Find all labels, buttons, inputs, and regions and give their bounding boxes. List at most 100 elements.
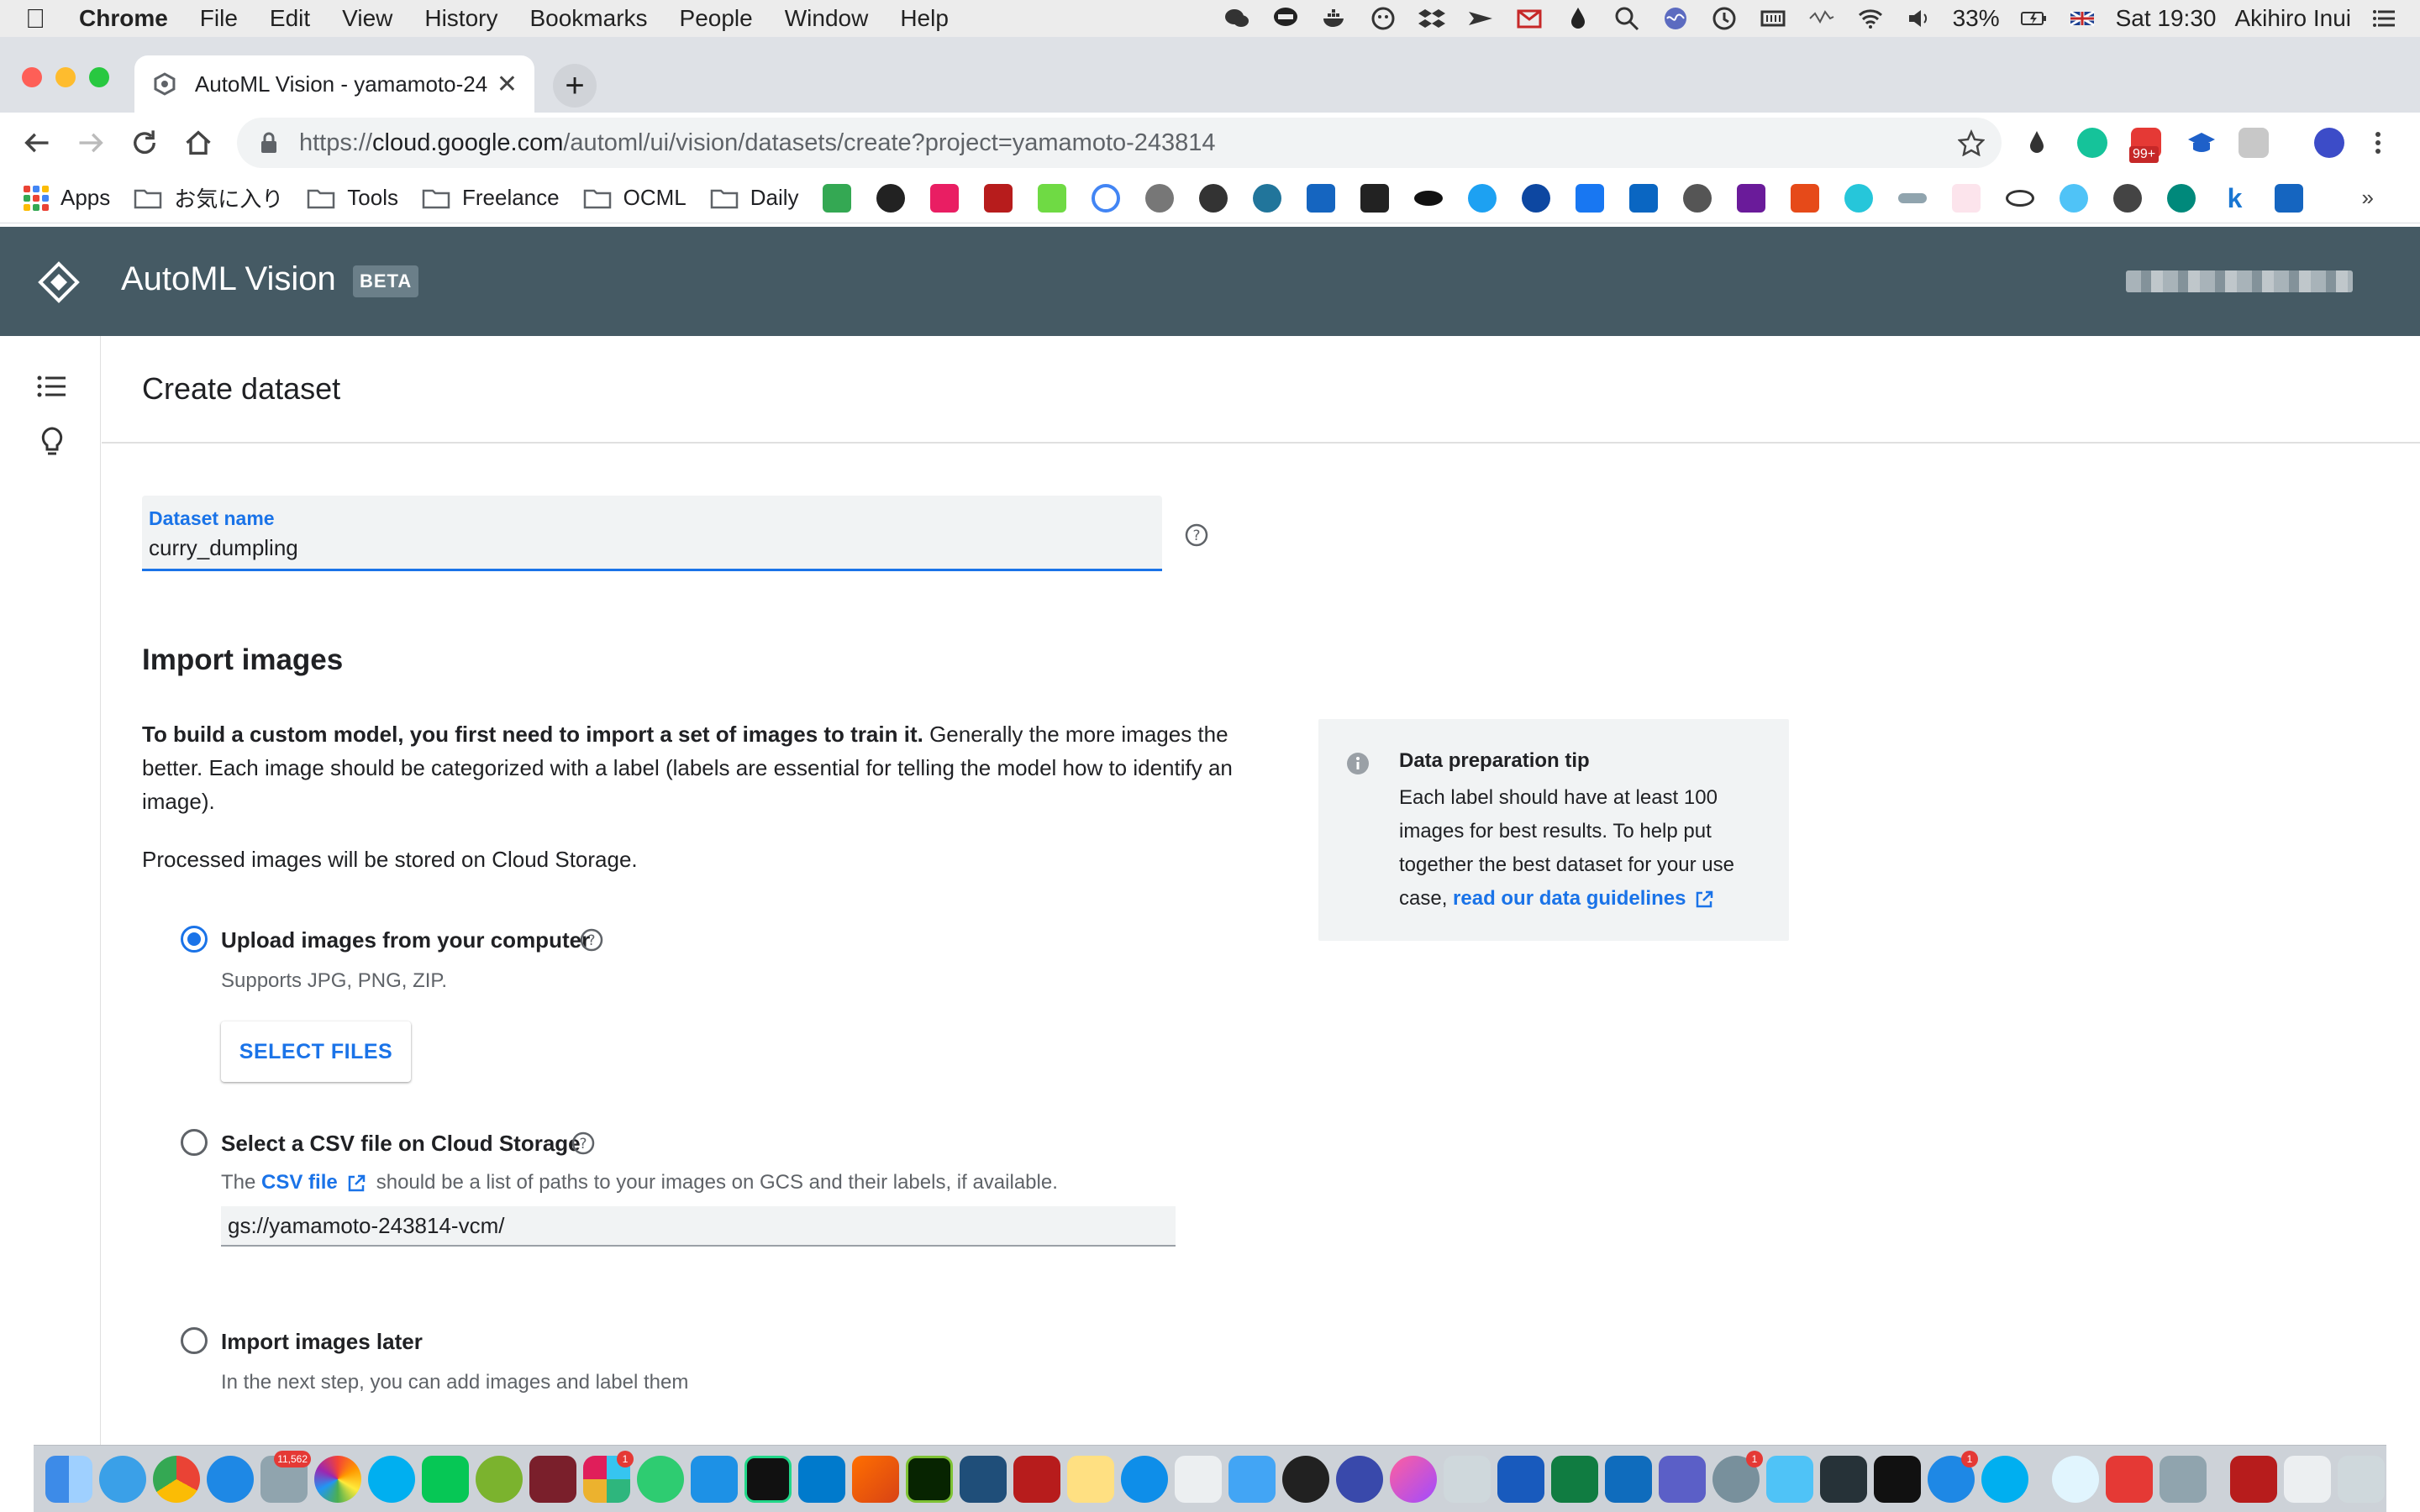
datasets-list-icon[interactable] [35,370,69,403]
dock-mysql-icon[interactable] [960,1455,1007,1503]
spotlight-search-icon[interactable] [1612,5,1642,32]
bookmark-ta-icon[interactable] [1736,183,1765,213]
bookmark-facebook-icon[interactable] [1575,183,1604,213]
dock-pycharm-icon[interactable] [744,1455,792,1503]
profile-avatar[interactable] [2314,128,2344,158]
bookmark-puzzle-icon[interactable] [1306,183,1335,213]
ext-cast-icon[interactable] [2238,128,2269,158]
dock-drop-icon[interactable] [99,1455,146,1503]
forward-button[interactable] [72,124,109,161]
bookmark-e-icon[interactable] [2274,183,2303,213]
dock-skype2-icon[interactable] [1981,1455,2028,1503]
dock-dreamweaver-icon[interactable] [906,1455,953,1503]
lightbulb-icon[interactable] [35,425,69,459]
line-tray-icon[interactable] [1270,5,1301,32]
menu-file[interactable]: File [200,5,238,32]
dock-mail-icon[interactable]: 11,562 [260,1450,311,1503]
dock-teamviewer-icon[interactable] [1121,1455,1168,1503]
dock-itunes-icon[interactable] [1390,1455,1437,1503]
back-button[interactable] [18,124,55,161]
radio-import-later[interactable] [181,1327,208,1354]
bookmark-edge-icon[interactable] [2166,183,2196,213]
dock-skype-icon[interactable] [368,1455,415,1503]
mail-tray-icon[interactable] [1514,5,1544,32]
menu-people[interactable]: People [680,5,753,32]
ext-lastpass-icon[interactable]: 99+ [2129,128,2161,163]
external-link-icon[interactable] [346,1173,366,1194]
bookmark-folder-favorites[interactable]: お気に入り [134,182,283,213]
dock-night-icon[interactable] [1336,1455,1383,1503]
dock-word-icon[interactable] [1497,1455,1544,1503]
bookmark-folder-ocml[interactable]: OCML [583,185,687,211]
data-guidelines-link[interactable]: read our data guidelines [1453,887,1686,910]
dock-script-icon[interactable] [1444,1455,1491,1503]
ghost-tray-icon[interactable] [1368,5,1398,32]
ext-cap-icon[interactable] [2186,128,2217,158]
siri-icon[interactable] [1660,5,1691,32]
bookmark-dark-icon[interactable] [1198,183,1228,213]
bookmark-book2-icon[interactable] [1360,183,1389,213]
docker-tray-icon[interactable] [1319,5,1349,32]
dock-terminal2-icon[interactable] [1874,1455,1921,1503]
dock-popcorn-icon[interactable] [2106,1455,2153,1503]
menubar-clock[interactable]: Sat 19:30 [2116,5,2217,32]
bookmark-gcp-icon[interactable] [1144,183,1174,213]
menu-history[interactable]: History [424,5,497,32]
dock-ghost-icon[interactable] [2052,1455,2099,1503]
dock-appstore-icon[interactable]: 1 [1928,1450,1978,1503]
bookmarks-overflow-icon[interactable]: » [2362,185,2374,211]
airmail-tray-icon[interactable] [1465,5,1496,32]
bookmark-twitter-icon[interactable] [1467,183,1497,213]
dataset-name-value[interactable]: curry_dumpling [149,535,1155,561]
dock-app-red-icon[interactable] [529,1455,576,1503]
home-button[interactable] [180,124,217,161]
bookmark-glasses-icon[interactable] [2005,189,2034,207]
wifi-icon[interactable] [1855,5,1886,32]
dock-photos-icon[interactable] [314,1455,361,1503]
browser-tab-active[interactable]: AutoML Vision - yamamoto-24 ✕ [134,55,534,113]
dock-preferences-icon[interactable]: 1 [1712,1450,1763,1503]
upload-help-icon[interactable]: ? [579,927,604,953]
dock-trash-icon[interactable] [2338,1455,2385,1503]
dock-teams-icon[interactable] [1659,1455,1706,1503]
ext-drop-icon[interactable] [2022,128,2052,158]
new-tab-button[interactable]: + [553,64,597,108]
bookmark-fish-icon[interactable] [1413,190,1443,206]
dock-finder-icon[interactable] [45,1455,92,1503]
dock-terminal-icon[interactable] [1820,1455,1867,1503]
dock-keynote-icon[interactable] [1228,1455,1276,1503]
account-redacted[interactable] [2126,270,2353,292]
reload-button[interactable] [126,124,163,161]
notification-center-icon[interactable] [2370,5,2400,32]
external-link-icon[interactable] [1694,890,1714,910]
menubar-user[interactable]: Akihiro Inui [2234,5,2351,32]
chrome-menu-icon[interactable] [2363,128,2393,158]
csv-file-link[interactable]: CSV file [261,1171,338,1194]
bookmark-orange-icon[interactable] [1790,183,1819,213]
bookmark-upwork-icon[interactable] [1037,183,1066,213]
url-text[interactable]: https://cloud.google.com/automl/ui/visio… [299,129,1216,157]
bookmark-apps[interactable]: Apps [24,185,110,211]
dock-docker-icon[interactable] [691,1455,738,1503]
dock-safari-icon[interactable] [207,1455,254,1503]
dataset-name-field[interactable]: Dataset name curry_dumpling [142,496,1162,571]
option-upload-label[interactable]: Upload images from your computer [221,927,590,953]
dock-numbers-icon[interactable] [1175,1455,1222,1503]
dock-slack-icon[interactable]: 1 [583,1450,634,1503]
dataset-name-help-icon[interactable]: ? [1184,522,1209,548]
bookmark-confetti-icon[interactable] [1951,183,1981,213]
dock-wechat-icon[interactable] [476,1455,523,1503]
uk-flag-icon[interactable] [2067,5,2097,32]
bookmark-moon-icon[interactable] [1521,183,1550,213]
bookmark-wordpress-icon[interactable] [1252,183,1281,213]
menu-window[interactable]: Window [785,5,869,32]
dropbox-tray-icon[interactable] [1417,5,1447,32]
bookmark-star-icon[interactable] [1958,129,1985,156]
activity-tray-icon[interactable] [1807,5,1837,32]
bookmark-folder-tools[interactable]: Tools [307,185,398,211]
bookmark-globe2-icon[interactable] [2112,183,2142,213]
menu-help[interactable]: Help [900,5,949,32]
dock-matlab-icon[interactable] [852,1455,899,1503]
dock-excel-icon[interactable] [1551,1455,1598,1503]
menu-chrome[interactable]: Chrome [79,5,168,32]
